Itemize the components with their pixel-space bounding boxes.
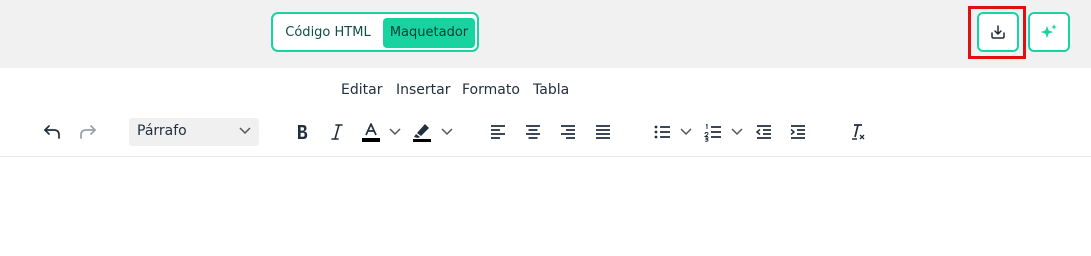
bullet-list-dropdown[interactable]: [680, 120, 692, 144]
indent-button[interactable]: [786, 120, 810, 144]
ai-assistant-button[interactable]: [1028, 12, 1070, 52]
editor-mode-toggle: Código HTML Maquetador: [271, 12, 479, 52]
align-right-icon: [561, 125, 575, 139]
text-color-button[interactable]: [359, 120, 383, 144]
numbered-list-button[interactable]: [701, 120, 725, 144]
highlight-color-button[interactable]: [410, 120, 434, 144]
chevron-down-icon: [731, 128, 743, 136]
maquetador-tab[interactable]: Maquetador: [383, 18, 475, 48]
block-format-select[interactable]: Párrafo: [129, 118, 259, 146]
chevron-down-icon: [680, 128, 692, 136]
clear-formatting-button[interactable]: [845, 120, 869, 144]
outdent-icon: [755, 125, 771, 139]
top-bar: Código HTML Maquetador: [0, 0, 1091, 68]
editor-content-area[interactable]: [0, 157, 1091, 256]
redo-icon: [80, 125, 96, 139]
bold-icon: [298, 125, 308, 139]
chevron-down-icon: [441, 128, 453, 136]
highlight-color-icon: [413, 124, 431, 142]
menu-insertar[interactable]: Insertar: [396, 82, 451, 98]
menu-tabla[interactable]: Tabla: [533, 82, 569, 98]
align-left-icon: [491, 125, 505, 139]
undo-icon: [44, 125, 60, 139]
italic-icon: [331, 124, 343, 140]
outdent-button[interactable]: [752, 120, 776, 144]
menu-editar[interactable]: Editar: [341, 82, 382, 98]
chevron-down-icon: [239, 127, 251, 135]
align-left-button[interactable]: [486, 120, 510, 144]
text-color-dropdown[interactable]: [389, 120, 401, 144]
chevron-down-icon: [389, 128, 401, 136]
italic-button[interactable]: [325, 120, 349, 144]
align-center-icon: [526, 125, 540, 139]
bullet-list-icon: [654, 125, 670, 139]
download-button[interactable]: [977, 12, 1019, 52]
undo-button[interactable]: [40, 120, 64, 144]
numbered-list-icon: [703, 123, 721, 142]
download-icon: [991, 25, 1005, 39]
bold-button[interactable]: [290, 120, 314, 144]
justify-button[interactable]: [591, 120, 615, 144]
clear-formatting-icon: [852, 124, 865, 140]
justify-icon: [596, 125, 610, 139]
html-code-tab[interactable]: Código HTML: [280, 18, 376, 48]
align-center-button[interactable]: [521, 120, 545, 144]
menu-formato[interactable]: Formato: [462, 82, 520, 98]
bullet-list-button[interactable]: [650, 120, 674, 144]
highlight-color-dropdown[interactable]: [441, 120, 453, 144]
numbered-list-dropdown[interactable]: [731, 120, 743, 144]
text-color-icon: [362, 123, 380, 142]
editor-toolbar: Párrafo: [0, 108, 1091, 157]
align-right-button[interactable]: [556, 120, 580, 144]
block-format-value: Párrafo: [137, 123, 187, 139]
indent-icon: [790, 125, 805, 139]
sparkle-icon: [1041, 24, 1057, 38]
redo-button[interactable]: [76, 120, 100, 144]
